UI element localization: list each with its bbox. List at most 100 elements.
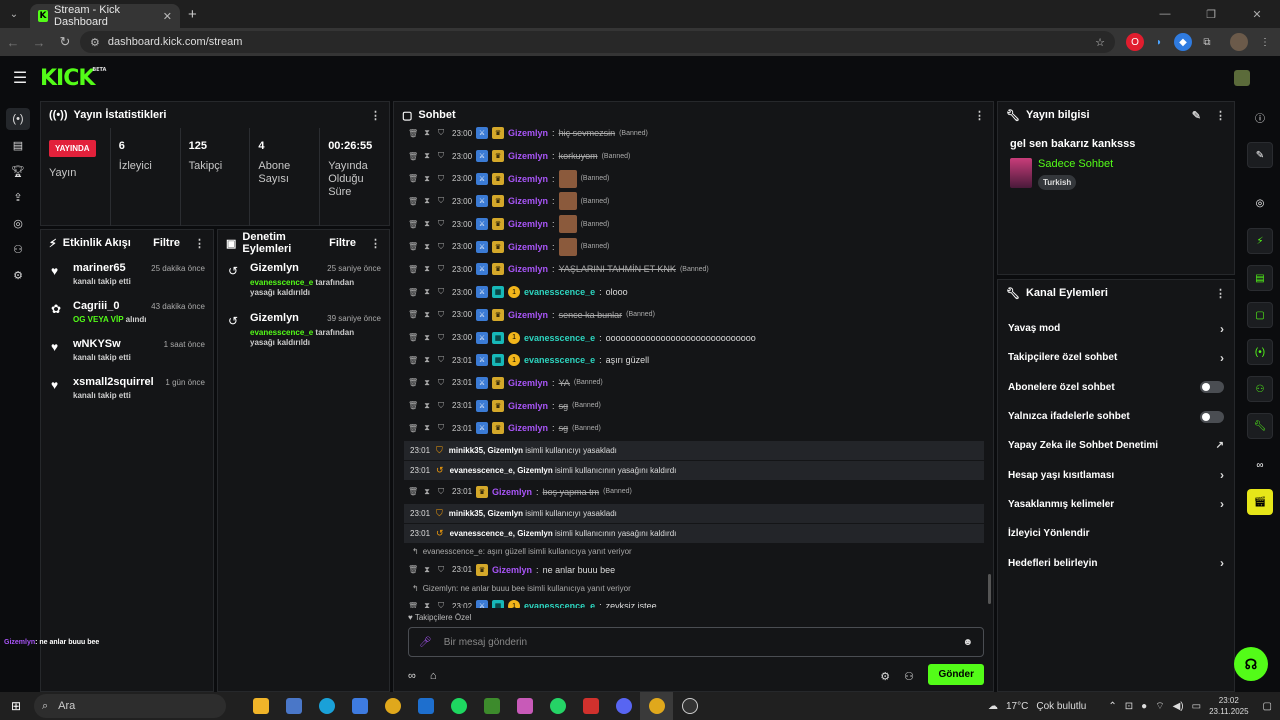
chat-username[interactable]: evanesscence_e bbox=[524, 287, 595, 297]
activity-item[interactable]: ♥ mariner65 25 dakika önce kanalı takip ett… bbox=[41, 256, 213, 294]
game-app-icon[interactable] bbox=[508, 692, 541, 720]
ban-shield-icon[interactable]: ⛉ bbox=[436, 174, 446, 184]
taskbar-clock[interactable]: 23:02 23.11.2025 bbox=[1209, 695, 1248, 717]
quick-action-bolt-icon[interactable]: ⚡︎ bbox=[1247, 228, 1273, 254]
ban-shield-icon[interactable]: ⛉ bbox=[436, 333, 446, 343]
app-red-icon[interactable] bbox=[574, 692, 607, 720]
delete-message-icon[interactable]: 🗑︎ bbox=[408, 401, 418, 410]
timeout-hourglass-icon[interactable]: ⧗ bbox=[422, 401, 432, 411]
chrome-icon[interactable] bbox=[376, 692, 409, 720]
activity-item[interactable]: ✿ Cagriii_0 43 dakika önce OG VEYA VİP alın… bbox=[41, 294, 213, 332]
chat-message[interactable]: 🗑︎ ⧗ ⛉ 23:00 ⚔ ♛ Gizemlyn: sence ka bunlar (Bann… bbox=[400, 304, 988, 327]
send-button[interactable]: Gönder bbox=[928, 664, 984, 685]
chat-scrollbar[interactable] bbox=[988, 574, 991, 604]
microphone-icon[interactable]: 🎤︎ bbox=[419, 637, 432, 648]
tray-wifi-icon[interactable]: ⌔ bbox=[1155, 700, 1164, 713]
sys-names[interactable]: evanesscence_e, Gizemlyn bbox=[450, 529, 553, 538]
channel-action-item[interactable]: Yasaklanmış kelimeler › bbox=[998, 490, 1234, 519]
channel-action-item[interactable]: Yalnızca ifadelerle sohbet bbox=[998, 402, 1234, 431]
timeout-hourglass-icon[interactable]: ⧗ bbox=[422, 601, 432, 608]
chat-username[interactable]: Gizemlyn bbox=[508, 196, 548, 206]
address-bar[interactable]: ⚙ dashboard.kick.com/stream ☆ bbox=[80, 31, 1115, 53]
timeout-hourglass-icon[interactable]: ⧗ bbox=[422, 128, 432, 138]
chat-message[interactable]: 🗑︎ ⧗ ⛉ 23:01 ♛ Gizemlyn: ne anlar buuu bee bbox=[400, 558, 988, 581]
delete-message-icon[interactable]: 🗑︎ bbox=[408, 220, 418, 229]
channel-action-item[interactable]: Takipçilere özel sohbet › bbox=[998, 343, 1234, 372]
activity-item[interactable]: ♥ wNKYSw 1 saat önce kanalı takip etti bbox=[41, 332, 213, 370]
channel-action-item[interactable]: Yavaş mod › bbox=[998, 314, 1234, 343]
whatsapp-icon[interactable] bbox=[541, 692, 574, 720]
chat-username[interactable]: Gizemlyn bbox=[508, 128, 548, 138]
chat-username[interactable]: Gizemlyn bbox=[508, 378, 548, 388]
ban-shield-icon[interactable]: ⛉ bbox=[436, 378, 446, 388]
tray-network-icon[interactable]: ⊡ bbox=[1125, 701, 1133, 712]
minimize-button[interactable]: — bbox=[1142, 0, 1188, 28]
audio-extension-icon[interactable]: ◗ bbox=[1150, 33, 1168, 51]
moderator-name[interactable]: Gizemlyn bbox=[250, 312, 299, 324]
ban-shield-icon[interactable]: ⛉ bbox=[436, 310, 446, 320]
chat-message[interactable]: 🗑︎ ⧗ ⛉ 23:00 ⚔ ♛ Gizemlyn: hiç sevmezsin (Banned… bbox=[400, 122, 988, 145]
new-tab-button[interactable]: + bbox=[188, 6, 197, 23]
delete-message-icon[interactable]: 🗑︎ bbox=[408, 424, 418, 433]
chat-username[interactable]: Gizemlyn bbox=[508, 151, 548, 161]
chat-username[interactable]: evanesscence_e bbox=[524, 355, 595, 365]
opera-extension-icon[interactable]: O bbox=[1126, 33, 1144, 51]
timeout-hourglass-icon[interactable]: ⧗ bbox=[422, 174, 432, 184]
timeout-hourglass-icon[interactable]: ⧗ bbox=[422, 151, 432, 161]
weather-cloud-icon[interactable]: ☁ bbox=[988, 701, 998, 712]
chat-username[interactable]: Gizemlyn bbox=[508, 242, 548, 252]
chat-message[interactable]: 🗑︎ ⧗ ⛉ 23:01 ⚔ ♛ Gizemlyn: YA (Banned) bbox=[400, 372, 988, 395]
channel-action-item[interactable]: Abonelere özel sohbet bbox=[998, 373, 1234, 402]
delete-message-icon[interactable]: 🗑︎ bbox=[408, 378, 418, 387]
chat-message[interactable]: 🗑︎ ⧗ ⛉ 23:01 ⚔ ♛ Gizemlyn: sg (Banned) bbox=[400, 394, 988, 417]
ban-shield-icon[interactable]: ⛉ bbox=[436, 264, 446, 274]
timeout-hourglass-icon[interactable]: ⧗ bbox=[422, 487, 432, 497]
chat-message[interactable]: 🗑︎ ⧗ ⛉ 23:00 ⚔ ♛ Gizemlyn: korkuyom (Banned) bbox=[400, 145, 988, 168]
chat-username[interactable]: Gizemlyn bbox=[508, 401, 548, 411]
chat-username[interactable]: evanesscence_e bbox=[524, 601, 595, 608]
ban-shield-icon[interactable]: ⛉ bbox=[436, 487, 446, 497]
delete-message-icon[interactable]: 🗑︎ bbox=[408, 242, 418, 251]
channel-actions-more-icon[interactable]: ⋮ bbox=[1215, 287, 1226, 300]
ban-shield-icon[interactable]: ⛉ bbox=[436, 242, 446, 252]
tray-mic-icon[interactable]: ● bbox=[1141, 701, 1147, 712]
tray-battery-icon[interactable]: ▭ bbox=[1192, 701, 1201, 712]
delete-message-icon[interactable]: 🗑︎ bbox=[408, 197, 418, 206]
screenshot-icon[interactable]: ◎ bbox=[1247, 190, 1273, 216]
delete-message-icon[interactable]: 🗑︎ bbox=[408, 288, 418, 297]
help-headset-button[interactable]: ☊ bbox=[1234, 647, 1268, 681]
activity-username[interactable]: wNKYSw bbox=[73, 338, 121, 350]
chat-message[interactable]: 🗑︎ ⧗ ⛉ 23:00 ⚔ ♛ Gizemlyn: (Banned) bbox=[400, 190, 988, 213]
outlook-icon[interactable] bbox=[409, 692, 442, 720]
chat-settings-icon[interactable]: ⚙ bbox=[880, 670, 890, 683]
quick-action-wrench-icon[interactable]: 🔧︎ bbox=[1247, 413, 1273, 439]
activity-username[interactable]: xsmall2squirrel bbox=[73, 376, 154, 388]
chat-username[interactable]: Gizemlyn bbox=[492, 565, 532, 575]
chat-username[interactable]: Gizemlyn bbox=[508, 174, 548, 184]
timeout-hourglass-icon[interactable]: ⧗ bbox=[422, 287, 432, 297]
tray-volume-icon[interactable]: ◀) bbox=[1173, 701, 1184, 712]
browser-menu-icon[interactable]: ⋮ bbox=[1256, 33, 1274, 51]
chat-message[interactable]: 🗑︎ ⧗ ⛉ 23:00 ⚔ ♛ Gizemlyn: (Banned) bbox=[400, 167, 988, 190]
delete-message-icon[interactable]: 🗑︎ bbox=[408, 129, 418, 138]
delete-message-icon[interactable]: 🗑︎ bbox=[408, 174, 418, 183]
ban-shield-icon[interactable]: ⛉ bbox=[436, 128, 446, 138]
edit-stream-icon[interactable]: ✎ bbox=[1247, 142, 1273, 168]
channel-action-item[interactable]: Hesap yaşı kısıtlaması › bbox=[998, 460, 1234, 489]
close-tab-icon[interactable]: ✕ bbox=[163, 10, 172, 23]
sys-names[interactable]: evanesscence_e, Gizemlyn bbox=[450, 466, 553, 475]
moderator-name[interactable]: Gizemlyn bbox=[250, 262, 299, 274]
ban-shield-icon[interactable]: ⛉ bbox=[436, 601, 446, 608]
tray-chevron-icon[interactable]: ⌃ bbox=[1108, 701, 1116, 712]
close-window-button[interactable]: ✕ bbox=[1234, 0, 1280, 28]
kicks-rail-icon[interactable]: ∞ bbox=[1247, 452, 1273, 478]
activity-filter-button[interactable]: Filtre bbox=[153, 237, 180, 249]
store-icon[interactable]: ⌂ bbox=[430, 670, 437, 682]
edge-icon[interactable] bbox=[310, 692, 343, 720]
tab-search-icon[interactable]: ⌄ bbox=[0, 0, 28, 28]
app-icon[interactable] bbox=[277, 692, 310, 720]
browser-tab-active[interactable]: K Stream - Kick Dashboard ✕ bbox=[30, 4, 180, 28]
channel-action-item[interactable]: İzleyici Yönlendir bbox=[998, 519, 1234, 548]
sys-names[interactable]: minikk35, Gizemlyn bbox=[449, 509, 523, 518]
obs-icon[interactable] bbox=[673, 692, 706, 720]
